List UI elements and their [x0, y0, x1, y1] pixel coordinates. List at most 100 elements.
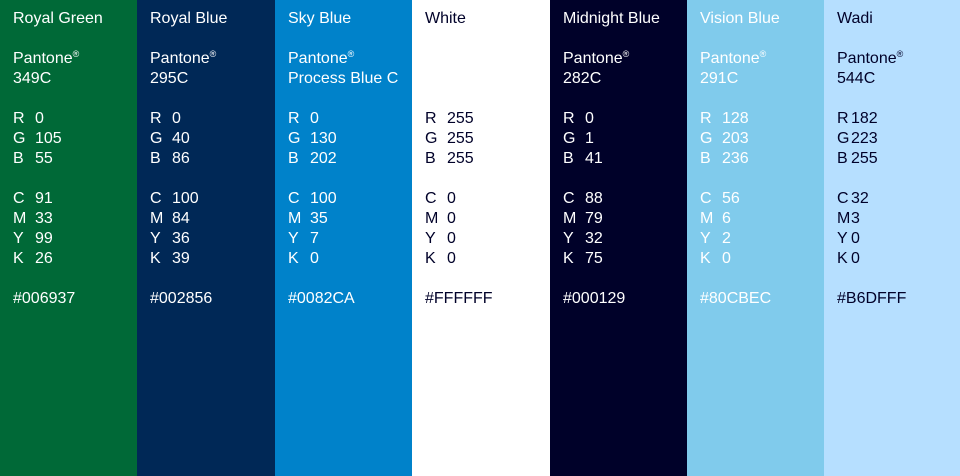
y-label: Y	[425, 230, 436, 247]
m-value: 33	[35, 210, 53, 227]
g-label: G	[563, 130, 576, 147]
pantone-block: Pantone® 295C	[150, 49, 275, 89]
swatch-name: Royal Blue	[150, 10, 228, 27]
k-value: 75	[585, 250, 603, 267]
cmyk-values: C0 M0 Y0 K0	[425, 189, 550, 269]
y-value: 32	[585, 230, 603, 247]
k-label: K	[700, 250, 711, 267]
y-value: 2	[722, 230, 731, 247]
m-value: 35	[310, 210, 328, 227]
c-value: 100	[310, 190, 337, 207]
k-label: K	[13, 250, 24, 267]
g-value: 130	[310, 130, 337, 147]
m-value: 79	[585, 210, 603, 227]
pantone-label: Pantone	[13, 50, 73, 67]
r-value: 0	[35, 110, 44, 127]
pantone-block: Pantone® 349C	[13, 49, 137, 89]
registered-mark: ®	[896, 49, 904, 59]
c-label: C	[563, 190, 575, 207]
g-value: 40	[172, 130, 190, 147]
cmyk-values: C 91 M 33 Y 99 K 26	[13, 189, 137, 269]
pantone-code: 349C	[13, 70, 52, 87]
rgb-values: R0 G 40 B 86	[150, 109, 275, 169]
pantone-block: Pantone® 544C	[837, 49, 960, 89]
b-label: B	[425, 150, 436, 167]
b-label: B	[13, 150, 24, 167]
y-label: Y	[13, 230, 24, 247]
color-palette: Royal Green Pantone® 349C R0 G 105 B 55 C9…	[0, 0, 960, 476]
c-label: C	[13, 190, 25, 207]
k-label: K	[563, 250, 574, 267]
hex-value: #0082CA	[288, 290, 355, 307]
r-label: R	[288, 110, 300, 127]
cmyk-values: C 32 M3 Y0 K0	[837, 189, 960, 269]
c-label: C	[288, 190, 300, 207]
m-label: M	[700, 210, 714, 227]
pantone-block: Pantone® Process Blue C	[288, 49, 412, 89]
b-value: 236	[722, 150, 749, 167]
registered-mark: ®	[209, 49, 217, 59]
r-value: 0	[585, 110, 594, 127]
swatch-name: Sky Blue	[288, 10, 352, 27]
y-label: Y	[700, 230, 711, 247]
g-label: G	[288, 130, 301, 147]
pantone-code: 295C	[150, 70, 189, 87]
c-label: C	[425, 190, 437, 207]
pantone-code: 544C	[837, 70, 876, 87]
r-value: 0	[310, 110, 319, 127]
y-label: Y	[837, 230, 848, 247]
c-value: 91	[35, 190, 53, 207]
hex-value: #80CBEC	[700, 290, 772, 307]
c-label: C	[700, 190, 712, 207]
hex-value: #002856	[150, 290, 213, 307]
k-label: K	[837, 250, 848, 267]
k-value: 39	[172, 250, 190, 267]
rgb-values: R0 G1 B 41	[563, 109, 687, 169]
c-value: 0	[447, 190, 456, 207]
k-value: 0	[310, 250, 319, 267]
pantone-code: Process Blue C	[288, 70, 399, 87]
y-value: 99	[35, 230, 53, 247]
rgb-values: R0 G 130 B 202	[288, 109, 412, 169]
m-value: 6	[722, 210, 731, 227]
swatch-wadi: Wadi Pantone® 544C R 182 G 223 B 255 C 32 M3…	[824, 0, 960, 476]
m-value: 84	[172, 210, 190, 227]
registered-mark: ®	[622, 49, 630, 59]
k-label: K	[150, 250, 161, 267]
g-label: G	[150, 130, 163, 147]
pantone-block: Pantone® 282C	[563, 49, 687, 89]
g-value: 203	[722, 130, 749, 147]
y-label: Y	[150, 230, 161, 247]
rgb-values: R 128 G 203 B 236	[700, 109, 824, 169]
c-label: C	[837, 190, 849, 207]
r-label: R	[13, 110, 25, 127]
hex-value: #B6DFFF	[837, 290, 907, 307]
r-value: 0	[172, 110, 181, 127]
hex-value: #006937	[13, 290, 76, 307]
y-value: 0	[851, 230, 860, 247]
hex-value: #000129	[563, 290, 626, 307]
pantone-label: Pantone	[563, 50, 623, 67]
cmyk-values: C 100 M 84 Y 36 K 39	[150, 189, 275, 269]
g-label: G	[425, 130, 438, 147]
swatch-name: Midnight Blue	[563, 10, 660, 27]
c-value: 32	[851, 190, 869, 207]
cmyk-values: C 88 M 79 Y 32 K 75	[563, 189, 687, 269]
hex-value: #FFFFFF	[425, 290, 493, 307]
r-value: 128	[722, 110, 749, 127]
swatch-name: Wadi	[837, 10, 873, 27]
rgb-values: R 182 G 223 B 255	[837, 109, 960, 169]
g-label: G	[13, 130, 26, 147]
b-label: B	[563, 150, 574, 167]
registered-mark: ®	[759, 49, 767, 59]
y-value: 0	[447, 230, 456, 247]
c-value: 100	[172, 190, 199, 207]
m-value: 3	[851, 210, 860, 227]
cmyk-values: C 56 M6 Y2 K0	[700, 189, 824, 269]
y-label: Y	[563, 230, 574, 247]
g-value: 223	[851, 130, 878, 147]
b-value: 255	[851, 150, 878, 167]
pantone-block	[425, 49, 550, 89]
pantone-code: 291C	[700, 70, 739, 87]
k-value: 0	[851, 250, 860, 267]
